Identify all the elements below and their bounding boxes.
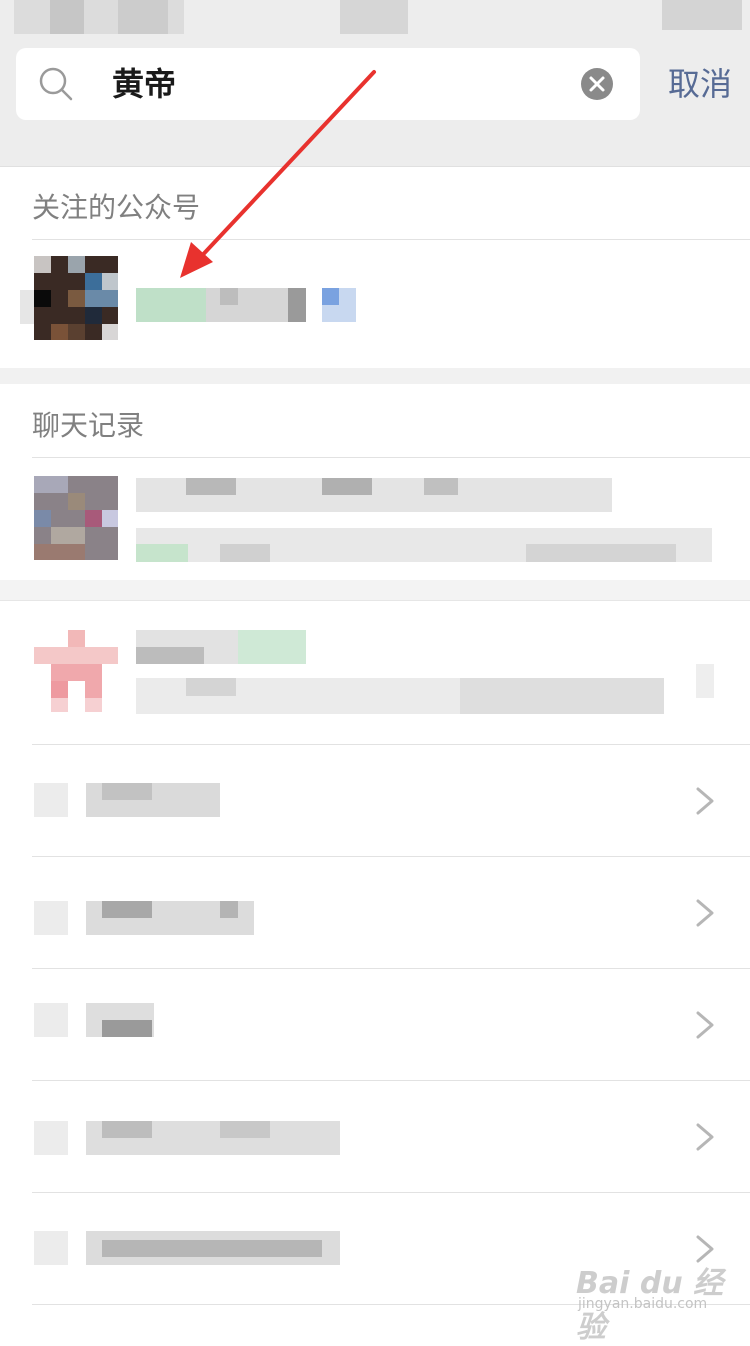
- clear-icon[interactable]: [580, 67, 614, 101]
- cancel-button[interactable]: 取消: [660, 48, 740, 120]
- divider: [0, 600, 750, 601]
- watermark-url: jingyan.baidu.com: [578, 1296, 708, 1312]
- search-input[interactable]: 黄帝: [16, 48, 640, 120]
- status-bar: [0, 0, 750, 36]
- section-title-followed-accounts: 关注的公众号: [32, 191, 201, 224]
- chevron-right-icon: [696, 787, 714, 815]
- section-title-chat-records: 聊天记录: [32, 409, 145, 442]
- section-gap: [0, 368, 750, 384]
- search-query-text[interactable]: 黄帝: [112, 48, 176, 120]
- chevron-right-icon: [696, 1011, 714, 1039]
- chat-record-result[interactable]: [0, 458, 750, 578]
- list-item[interactable]: [0, 969, 750, 1080]
- list-item[interactable]: [0, 857, 750, 968]
- search-bar-area: 黄帝 取消: [0, 36, 750, 166]
- watermark-logo: Bai du 经验 jingyan.baidu.com: [576, 1252, 736, 1345]
- chevron-right-icon: [696, 899, 714, 927]
- section-gap: [0, 580, 750, 600]
- list-item[interactable]: [0, 1081, 750, 1192]
- chevron-right-icon: [696, 1123, 714, 1151]
- search-icon: [39, 67, 73, 101]
- divider: [0, 166, 750, 167]
- result-item[interactable]: [0, 602, 750, 744]
- official-account-result[interactable]: [0, 240, 750, 368]
- list-item[interactable]: [0, 745, 750, 856]
